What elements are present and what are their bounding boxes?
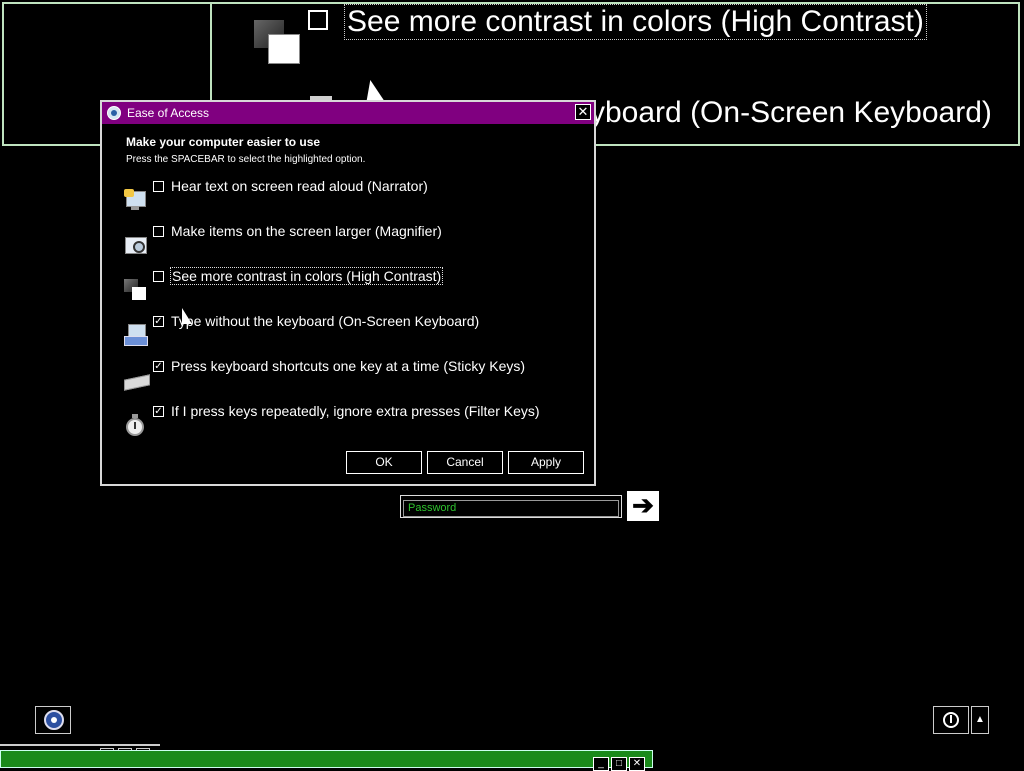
option-label: See more contrast in colors (High Contra…: [170, 267, 444, 285]
magnifier-icon: [124, 234, 148, 258]
option-high-contrast[interactable]: See more contrast in colors (High Contra…: [122, 267, 582, 305]
ease-of-access-icon: [44, 710, 64, 730]
background-window-green: _ □ ✕: [0, 750, 653, 771]
magnified-keyboard-label: yboard (On-Screen Keyboard): [590, 96, 992, 129]
option-label: If I press keys repeatedly, ignore extra…: [171, 403, 540, 419]
magnifier-checkbox[interactable]: [153, 226, 164, 237]
ease-of-access-icon: [107, 106, 121, 120]
magnified-high-contrast-label: See more contrast in colors (High Contra…: [344, 4, 927, 40]
maximize-button[interactable]: □: [611, 757, 627, 771]
sticky-keys-checkbox[interactable]: ✓: [153, 361, 164, 372]
option-magnifier[interactable]: Make items on the screen larger (Magnifi…: [122, 223, 582, 260]
mouse-cursor-icon: [182, 308, 192, 324]
password-box: [400, 495, 622, 518]
close-button[interactable]: ✕: [575, 104, 591, 120]
filter-keys-checkbox[interactable]: ✓: [153, 406, 164, 417]
submit-arrow-button[interactable]: ➔: [627, 491, 659, 521]
dialog-subheading: Press the SPACEBAR to select the highlig…: [126, 154, 366, 165]
option-label: Make items on the screen larger (Magnifi…: [171, 223, 442, 239]
magnified-high-contrast-icon: [254, 20, 300, 64]
filter-keys-icon: [124, 414, 148, 438]
high-contrast-checkbox[interactable]: [153, 271, 164, 282]
option-label: Press keyboard shortcuts one key at a ti…: [171, 358, 526, 374]
option-label: Hear text on screen read aloud (Narrator…: [171, 178, 428, 194]
option-label: Type without the keyboard (On-Screen Key…: [171, 313, 480, 329]
high-contrast-icon: [124, 279, 148, 303]
ok-button[interactable]: OK: [346, 451, 422, 474]
sticky-keys-icon: [124, 369, 150, 393]
option-filter-keys[interactable]: ✓ If I press keys repeatedly, ignore ext…: [122, 403, 582, 440]
on-screen-keyboard-checkbox[interactable]: ✓: [153, 316, 164, 327]
ease-of-access-button[interactable]: [35, 706, 71, 734]
narrator-checkbox[interactable]: [153, 181, 164, 192]
option-sticky-keys[interactable]: ✓ Press keyboard shortcuts one key at a …: [122, 358, 582, 395]
shutdown-options-button[interactable]: ▲: [971, 706, 989, 734]
window-close-button[interactable]: ✕: [629, 757, 645, 771]
on-screen-keyboard-icon: [124, 324, 148, 348]
cancel-button[interactable]: Cancel: [427, 451, 503, 474]
ease-of-access-dialog: Ease of Access ✕ Make your computer easi…: [100, 100, 596, 486]
minimize-button[interactable]: _: [593, 757, 609, 771]
dialog-title: Ease of Access: [127, 106, 210, 120]
option-narrator[interactable]: Hear text on screen read aloud (Narrator…: [122, 178, 582, 215]
narrator-icon: [124, 189, 148, 213]
shutdown-button[interactable]: [933, 706, 969, 734]
dialog-titlebar[interactable]: Ease of Access ✕: [102, 102, 594, 124]
apply-button[interactable]: Apply: [508, 451, 584, 474]
magnified-checkbox: [308, 10, 328, 30]
password-input[interactable]: [403, 499, 619, 517]
power-icon: [943, 712, 959, 728]
dialog-heading: Make your computer easier to use: [126, 135, 321, 149]
